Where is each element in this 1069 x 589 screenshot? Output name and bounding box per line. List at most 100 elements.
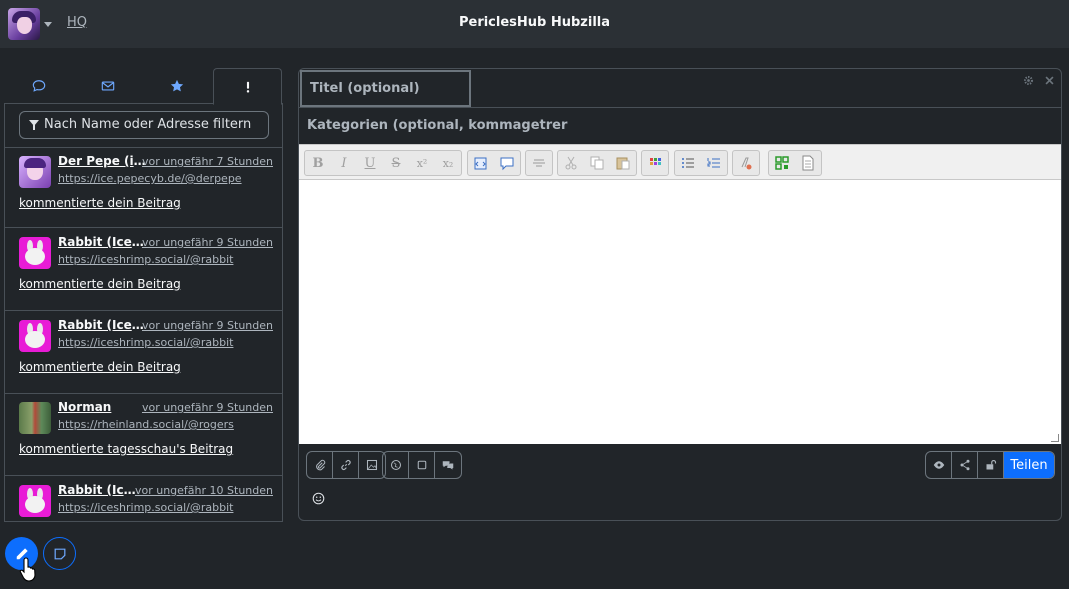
filter-input[interactable]: Nach Name oder Adresse filtern <box>19 111 269 139</box>
categories-input[interactable]: Kategorien (optional, kommagetrer <box>299 107 1061 144</box>
ordered-list-icon <box>707 158 720 168</box>
copy-icon <box>590 156 604 170</box>
square-icon <box>417 460 426 470</box>
insert-link-button[interactable] <box>333 452 359 478</box>
notification-url[interactable]: https://iceshrimp.social/@rabbit <box>58 253 233 266</box>
hand-cursor-icon <box>19 557 36 582</box>
chats-icon <box>442 461 454 470</box>
editor-footer: Teilen <box>299 444 1061 520</box>
tab-starred[interactable] <box>142 68 211 104</box>
link-icon <box>340 459 351 471</box>
notification-sender[interactable]: Der Pepe (ic... <box>58 154 146 168</box>
paste-button[interactable] <box>610 151 636 175</box>
eye-icon <box>933 461 944 469</box>
left-panel: Nach Name oder Adresse filtern Der Pepe … <box>4 68 283 522</box>
underline-button[interactable]: U <box>357 151 383 175</box>
tab-notifications[interactable] <box>213 68 282 105</box>
list-icon <box>682 158 694 168</box>
paperclip-icon <box>315 459 325 471</box>
notes-button[interactable] <box>43 537 76 570</box>
notification-item[interactable]: Norman vor ungefähr 9 Stunden https://rh… <box>5 394 282 476</box>
notification-message[interactable]: kommentierte dein Beitrag <box>19 360 181 374</box>
title-input[interactable]: Titel (optional) <box>300 70 471 107</box>
notification-url[interactable]: https://rheinland.social/@rogers <box>58 418 234 431</box>
emoji-icon[interactable] <box>312 492 325 505</box>
tab-conversations[interactable] <box>4 68 73 104</box>
notification-list: Nach Name oder Adresse filtern Der Pepe … <box>4 104 283 522</box>
avatar[interactable] <box>19 402 51 434</box>
attach-file-button[interactable] <box>307 452 333 478</box>
poll-button[interactable] <box>435 452 461 478</box>
image-icon <box>366 459 378 471</box>
copy-button[interactable] <box>584 151 610 175</box>
avatar[interactable] <box>19 485 51 517</box>
share-icon <box>960 459 969 471</box>
source-button[interactable] <box>769 151 795 175</box>
notification-item[interactable]: Rabbit (Ice... vor ungefähr 10 Stunden h… <box>5 477 282 521</box>
notification-time[interactable]: vor ungefähr 9 Stunden <box>142 319 273 332</box>
notification-sender[interactable]: Rabbit (Ice... <box>58 483 138 497</box>
notification-sender[interactable]: Rabbit (Ices... <box>58 318 146 332</box>
star-icon <box>170 79 183 92</box>
clipboard-icon <box>616 157 630 170</box>
site-title: PericlesHub Hubzilla <box>458 15 611 30</box>
notification-time[interactable]: vor ungefähr 9 Stunden <box>142 401 273 414</box>
exclamation-icon <box>246 81 249 93</box>
permissions-button[interactable] <box>978 452 1004 478</box>
notification-item[interactable]: Rabbit (Ices... vor ungefähr 9 Stunden h… <box>5 229 282 311</box>
document-icon <box>802 155 814 171</box>
notification-time[interactable]: vor ungefähr 7 Stunden <box>142 155 273 168</box>
avatar[interactable] <box>19 237 51 269</box>
preview-button[interactable] <box>926 452 952 478</box>
editor-toolbar: B I U S x² x₂ <box>299 144 1061 180</box>
hr-icon <box>533 159 545 167</box>
notification-message[interactable]: kommentierte tagesschau's Beitrag <box>19 442 233 456</box>
subscript-button[interactable]: x₂ <box>435 151 461 175</box>
post-editor: Titel (optional) Kategorien (optional, k… <box>298 68 1062 521</box>
document-button[interactable] <box>795 151 821 175</box>
chat-icon <box>32 80 45 92</box>
strike-button[interactable]: S <box>383 151 409 175</box>
filter-icon <box>29 120 39 130</box>
share-options-button[interactable] <box>952 452 978 478</box>
quote-icon <box>500 157 514 171</box>
cut-button[interactable] <box>558 151 584 175</box>
horizontal-rule-button[interactable] <box>526 151 552 175</box>
notification-url[interactable]: https://ice.pepecyb.de/@derpepe <box>58 172 242 185</box>
notification-url[interactable]: https://iceshrimp.social/@rabbit <box>58 501 233 514</box>
location-button[interactable] <box>383 452 409 478</box>
note-icon <box>54 548 65 559</box>
qr-icon <box>775 156 789 170</box>
notification-message[interactable]: kommentierte dein Beitrag <box>19 277 181 291</box>
remove-format-button[interactable] <box>733 151 759 175</box>
color-button[interactable] <box>642 151 668 175</box>
gear-icon[interactable] <box>1023 75 1034 86</box>
numbered-list-button[interactable] <box>701 151 727 175</box>
italic-button[interactable]: I <box>331 151 357 175</box>
embed-button[interactable] <box>409 452 435 478</box>
eraser-icon <box>741 157 752 170</box>
bold-button[interactable]: B <box>305 151 331 175</box>
notification-sender[interactable]: Norman <box>58 400 146 414</box>
post-body-textarea[interactable] <box>299 180 1061 444</box>
code-block-button[interactable] <box>468 151 494 175</box>
filter-placeholder: Nach Name oder Adresse filtern <box>44 117 252 132</box>
notification-item[interactable]: Der Pepe (ic... vor ungefähr 7 Stunden h… <box>5 147 282 228</box>
close-icon[interactable] <box>1044 75 1055 86</box>
tab-mail[interactable] <box>73 68 142 104</box>
avatar[interactable] <box>19 156 51 188</box>
top-navbar: HQ PericlesHub Hubzilla <box>0 0 1069 48</box>
notification-time[interactable]: vor ungefähr 9 Stunden <box>142 236 273 249</box>
color-grid-icon <box>650 158 661 165</box>
superscript-button[interactable]: x² <box>409 151 435 175</box>
quote-button[interactable] <box>494 151 520 175</box>
notification-sender[interactable]: Rabbit (Ices... <box>58 235 146 249</box>
avatar[interactable] <box>19 320 51 352</box>
notification-url[interactable]: https://iceshrimp.social/@rabbit <box>58 336 233 349</box>
notification-message[interactable]: kommentierte dein Beitrag <box>19 196 181 210</box>
share-submit-button[interactable]: Teilen <box>1004 452 1054 478</box>
bullet-list-button[interactable] <box>675 151 701 175</box>
notification-item[interactable]: Rabbit (Ices... vor ungefähr 9 Stunden h… <box>5 312 282 394</box>
notification-time[interactable]: vor ungefähr 10 Stunden <box>135 484 273 497</box>
resize-handle[interactable] <box>1051 434 1059 442</box>
